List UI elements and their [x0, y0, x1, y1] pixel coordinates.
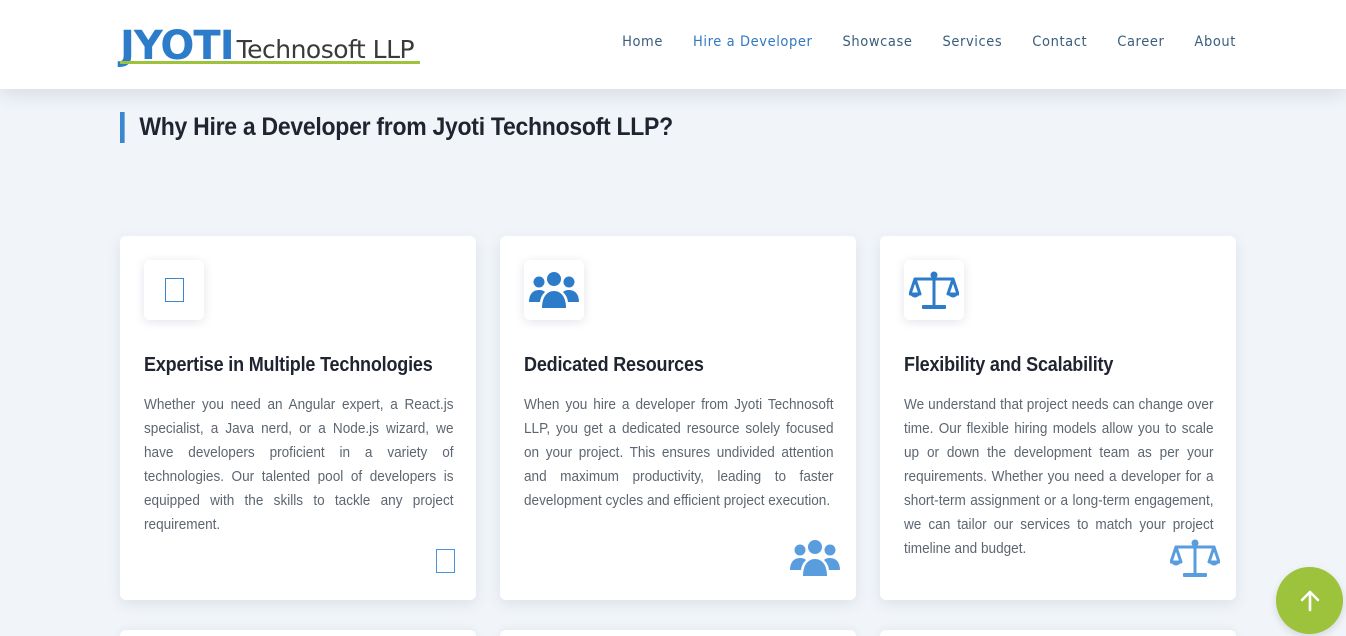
balance-scale-icon: [909, 271, 959, 309]
feature-card: Flexibility and Scalability We understan…: [880, 236, 1236, 600]
main-nav: Home Hire a Developer Showcase Services …: [592, 34, 1236, 50]
card-corner-icon: [1169, 538, 1221, 583]
card-title: Expertise in Multiple Technologies: [144, 354, 433, 376]
feature-card: Expertise in Multiple Technologies Wheth…: [120, 236, 476, 600]
nav-item-career[interactable]: Career: [1117, 34, 1164, 50]
site-header: JYOTI Technosoft LLP Home Hire a Develop…: [0, 0, 1346, 89]
arrow-up-icon: [1300, 590, 1319, 611]
card-title: Flexibility and Scalability: [904, 354, 1114, 376]
nav-item-hire-a-developer[interactable]: Hire a Developer: [693, 34, 812, 50]
card-text: Whether you need an Angular expert, a Re…: [144, 396, 454, 533]
card-corner-icon: [790, 538, 840, 583]
card-text: We understand that project needs can cha…: [904, 396, 1214, 557]
card-corner-icon: [436, 549, 455, 578]
logo[interactable]: JYOTI Technosoft LLP: [120, 16, 422, 66]
card-icon-box: [144, 260, 204, 320]
card-icon-box: [524, 260, 584, 320]
card-text: When you hire a developer from Jyoti Tec…: [524, 396, 834, 509]
feature-card-next: [120, 630, 476, 636]
balance-scale-icon: [1169, 539, 1221, 577]
logo-underline: [120, 61, 420, 64]
logo-main-text: JYOTI: [120, 23, 235, 69]
users-icon: [790, 540, 840, 576]
back-to-top-button[interactable]: [1276, 567, 1343, 634]
card-icon-box: [904, 260, 964, 320]
nav-item-contact[interactable]: Contact: [1032, 34, 1087, 50]
nav-item-services[interactable]: Services: [942, 34, 1002, 50]
section-title: Why Hire a Developer from Jyoti Technoso…: [120, 112, 673, 143]
missing-glyph-icon: [436, 549, 455, 573]
feature-card-next: [880, 630, 1236, 636]
missing-glyph-icon: [164, 278, 184, 302]
nav-item-showcase[interactable]: Showcase: [842, 34, 912, 50]
users-icon: [529, 272, 579, 308]
nav-item-home[interactable]: Home: [622, 34, 663, 50]
feature-card-next: [500, 630, 856, 636]
feature-card: Dedicated Resources When you hire a deve…: [500, 236, 856, 600]
logo-sub-text: Technosoft LLP: [236, 35, 415, 64]
card-title: Dedicated Resources: [524, 354, 704, 376]
nav-item-about[interactable]: About: [1194, 34, 1236, 50]
